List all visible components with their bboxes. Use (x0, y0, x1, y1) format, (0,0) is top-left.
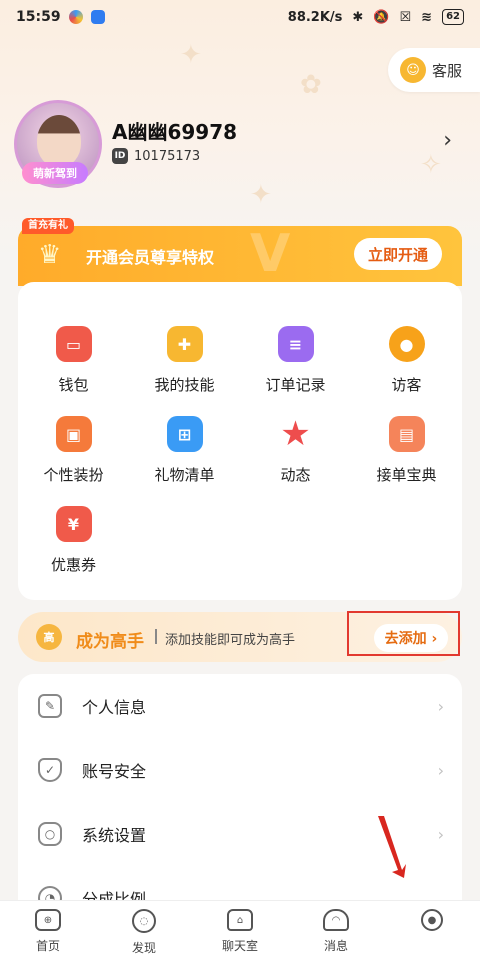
coupon-icon: ¥ (55, 506, 92, 542)
clipboard-icon: ≡ (277, 326, 314, 362)
status-bar: 15:59 88.2K/s ✱ 🔕 ☒ ≋ 62 (0, 0, 480, 34)
battery-icon: 62 (442, 9, 464, 25)
app-notification-icon (68, 10, 83, 24)
settings-item-account-security[interactable]: ✓ 账号安全 › (18, 738, 462, 802)
gamepad-icon: ✚ (166, 326, 203, 362)
feature-moments[interactable]: ★ 动态 (240, 414, 351, 496)
feature-grid: ▭ 钱包 ✚ 我的技能 ≡ 订单记录 ● 访客 ▣ 个性装扮 ⊞ 礼物清单 ★ … (18, 282, 462, 600)
house-icon: ⌂ (227, 909, 253, 931)
divider (155, 629, 157, 644)
settings-item-label: 个人信息 (82, 698, 147, 717)
nav-home[interactable]: ⊕ 首页 (0, 901, 96, 960)
nav-discover[interactable]: ◌ 发现 (96, 901, 192, 960)
eye-icon: ● (388, 326, 425, 362)
feature-label: 我的技能 (154, 376, 215, 394)
settings-icon: ○ (38, 822, 62, 846)
settings-item-personal-info[interactable]: ✎ 个人信息 › (18, 674, 462, 738)
settings-item-label: 账号安全 (82, 762, 147, 781)
feature-order-guide[interactable]: ▤ 接单宝典 (351, 416, 462, 496)
decor-icon: ✿ (300, 70, 322, 100)
first-recharge-tag: 首充有礼 (22, 218, 74, 234)
wifi-icon: ≋ (421, 9, 433, 25)
user-id-row: ID 10175173 (112, 148, 200, 164)
feature-dress-up[interactable]: ▣ 个性装扮 (18, 416, 129, 496)
user-icon: ● (421, 909, 443, 931)
expert-subtitle: 添加技能即可成为高手 (165, 633, 296, 648)
nav-chat-room[interactable]: ⌂ 聊天室 (192, 901, 288, 960)
feature-my-skills[interactable]: ✚ 我的技能 (129, 326, 240, 406)
settings-item-label: 系统设置 (82, 826, 147, 845)
bottom-nav: ⊕ 首页 ◌ 发现 ⌂ 聊天室 ◠ 消息 ● (0, 900, 480, 960)
app-notification-icon (90, 10, 105, 24)
feature-label: 优惠券 (50, 556, 96, 574)
id-icon: ID (112, 148, 128, 164)
feature-visitors[interactable]: ● 访客 (351, 326, 462, 406)
medal-icon: 高 (36, 624, 62, 650)
sim-off-icon: ☒ (399, 9, 412, 25)
highlight-box (347, 611, 460, 656)
feature-order-records[interactable]: ≡ 订单记录 (240, 326, 351, 406)
star-icon: ★ (280, 414, 311, 454)
feature-label: 动态 (280, 466, 311, 484)
feature-wallet[interactable]: ▭ 钱包 (18, 326, 129, 406)
feature-label: 礼物清单 (154, 466, 215, 484)
feature-label: 接单宝典 (376, 466, 437, 484)
feature-gift-list[interactable]: ⊞ 礼物清单 (129, 416, 240, 496)
bluetooth-icon: ✱ (352, 9, 364, 25)
status-time: 15:59 (16, 9, 61, 25)
feature-label: 钱包 (58, 376, 89, 394)
book-icon: ▤ (388, 416, 425, 452)
activate-vip-button[interactable]: 立即开通 (354, 238, 442, 270)
gift-icon: ⊞ (166, 416, 203, 452)
avatar-badge: 萌新驾到 (22, 162, 88, 184)
decor-icon: ✧ (420, 150, 442, 180)
decor-icon: ✦ (180, 40, 202, 70)
nav-label: 首页 (35, 939, 60, 953)
vip-watermark: V (250, 224, 291, 284)
chevron-right-icon: › (437, 824, 444, 844)
edit-icon: ✎ (38, 694, 62, 718)
feature-label: 订单记录 (265, 376, 326, 394)
wallet-icon: ▭ (55, 326, 92, 362)
chevron-right-icon: › (437, 760, 444, 780)
vip-text: 开通会员尊享特权 (86, 248, 215, 267)
customer-service-label: 客服 (432, 61, 463, 80)
nav-messages[interactable]: ◠ 消息 (288, 901, 384, 960)
gamepad-icon: ⊕ (35, 909, 61, 931)
shirt-icon: ▣ (55, 416, 92, 452)
net-speed: 88.2K/s (287, 9, 343, 25)
feature-coupons[interactable]: ¥ 优惠券 (18, 506, 129, 586)
feature-label: 个性装扮 (43, 466, 104, 484)
profile-chevron-right-icon[interactable]: › (443, 128, 452, 153)
nav-label: 聊天室 (221, 939, 258, 953)
username[interactable]: A幽幽69978 (112, 116, 237, 145)
headset-icon: ☺ (400, 57, 426, 83)
shield-icon: ✓ (38, 758, 62, 782)
avatar-image (37, 115, 81, 167)
planet-icon: ◌ (132, 909, 156, 933)
nav-profile[interactable]: ● (384, 901, 480, 960)
decor-icon: ✦ (250, 180, 272, 210)
bell-icon: ◠ (323, 909, 349, 931)
expert-title: 成为高手 (76, 632, 144, 652)
user-id: 10175173 (134, 148, 201, 164)
nav-label: 消息 (323, 939, 348, 953)
annotation-arrow (378, 816, 406, 878)
feature-label: 访客 (391, 376, 422, 394)
crown-icon: ♛ (38, 240, 62, 270)
mute-icon: 🔕 (373, 9, 390, 25)
chevron-right-icon: › (437, 696, 444, 716)
customer-service-button[interactable]: ☺ 客服 (388, 48, 480, 92)
nav-label: 发现 (131, 941, 156, 955)
